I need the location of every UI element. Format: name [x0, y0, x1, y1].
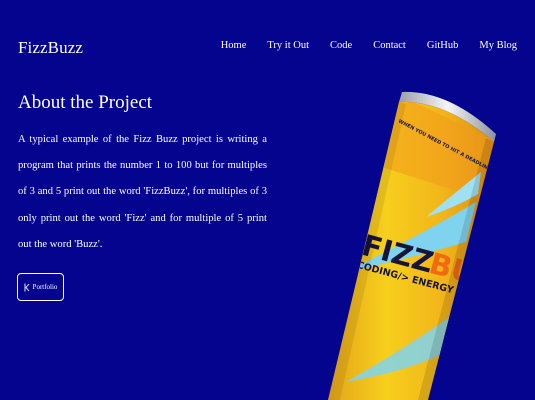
portfolio-button-label: Portfolio: [32, 283, 58, 291]
nav-home[interactable]: Home: [221, 40, 247, 51]
nav-code[interactable]: Code: [330, 40, 352, 51]
nav-my-blog[interactable]: My Blog: [479, 40, 517, 51]
brand-logo[interactable]: FizzBuzz: [18, 38, 83, 58]
portfolio-button[interactable]: Portfolio: [17, 273, 64, 301]
page: FizzBuzz Home Try it Out Code Contact Gi…: [0, 0, 535, 400]
nav-github[interactable]: GitHub: [427, 40, 459, 51]
project-description: A typical example of the Fizz Buzz proje…: [18, 134, 267, 250]
code-icon: [24, 283, 30, 292]
main-nav: Home Try it Out Code Contact GitHub My B…: [200, 40, 517, 51]
section-title: About the Project: [18, 92, 153, 113]
nav-contact[interactable]: Contact: [373, 40, 406, 51]
energy-can-image: FIZZ BUZZ CODING/> ENERGY IN A CAN WHEN …: [328, 91, 496, 400]
nav-try-it-out[interactable]: Try it Out: [267, 40, 309, 51]
